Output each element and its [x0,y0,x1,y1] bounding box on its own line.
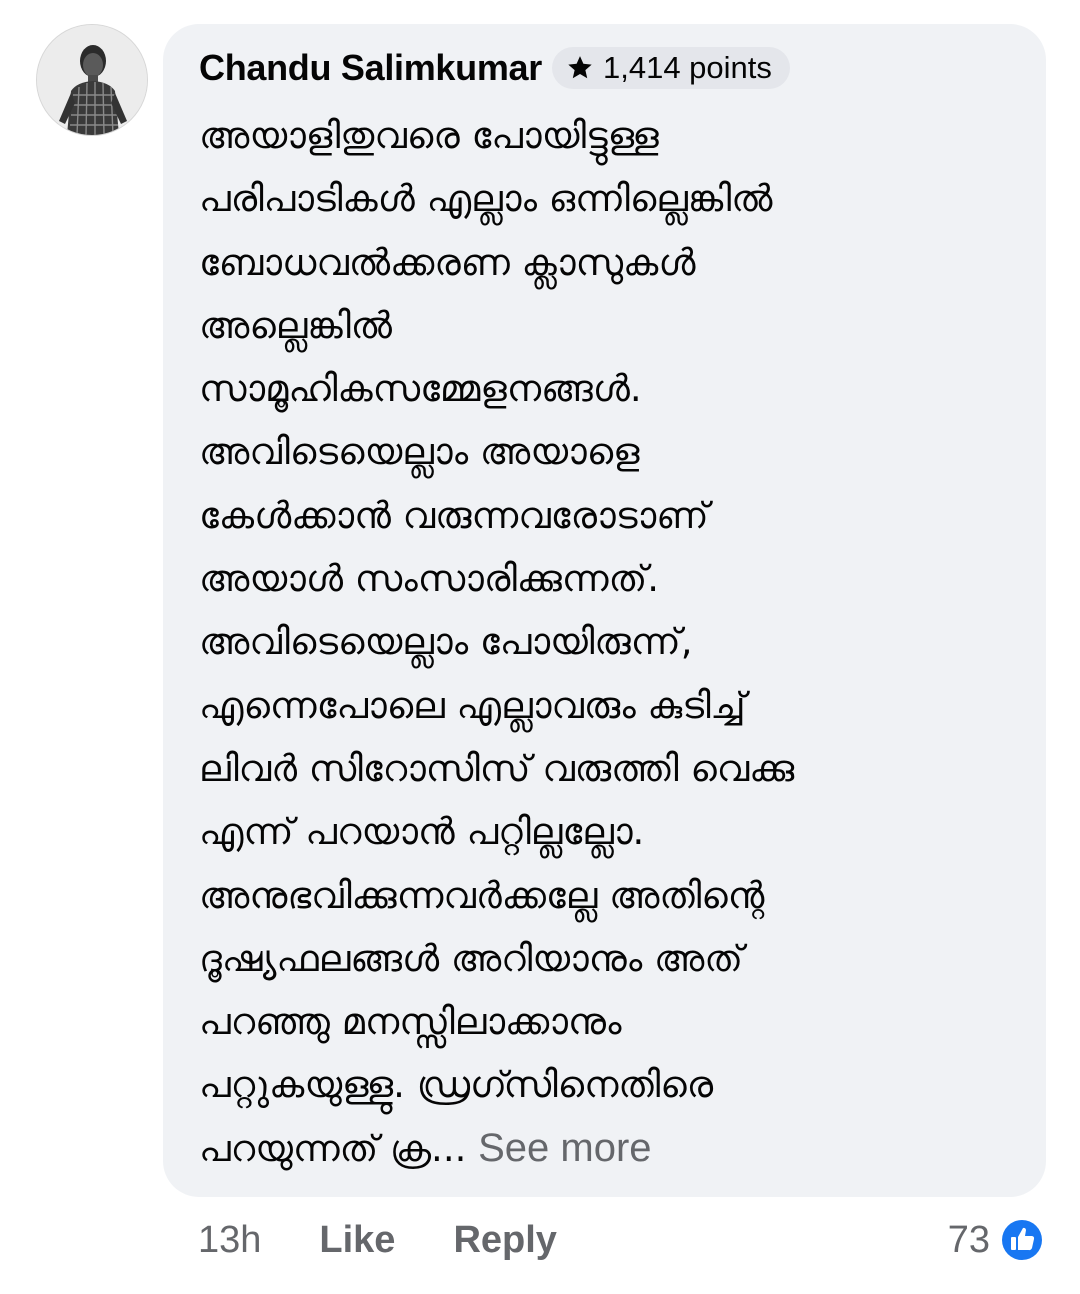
comment-text: അയാളിതുവരെ പോയിട്ടുള്ള പരിപാടികൾ എല്ലാം … [199,104,999,1180]
comment-text-line: അവിടെയെല്ലാം അയാളെ [199,430,640,474]
comment-text-line: അയാൾ സംസാരിക്കുന്നത്. [199,557,659,601]
comment-header: Chandu Salimkumar 1,414 points [199,44,1010,92]
reply-button[interactable]: Reply [453,1219,556,1262]
comment-text-line: അനുഭവിക്കുന്നവർക്കല്ലേ അതിന്റെ [199,873,765,917]
comment-timestamp[interactable]: 13h [198,1219,261,1262]
comment-text-line: സാമൂഹികസമ്മേളനങ്ങൾ. [199,367,642,411]
comment-text-line: കേൾക്കാൻ വരുന്നവരോടാണ് [199,493,709,537]
reaction-count: 73 [947,1218,990,1261]
reactions-summary[interactable]: 73 [948,1212,1046,1268]
comment-bubble: Chandu Salimkumar 1,414 points അയാളിതുവര… [163,24,1046,1197]
see-more-link[interactable]: See more [478,1126,651,1170]
comment-text-line: എന്നെപോലെ എല്ലാവരും കുടിച്ച് [199,683,746,727]
comment-text-line: അല്ലെങ്കിൽ [199,303,392,347]
like-button[interactable]: Like [319,1219,395,1262]
points-label: 1,414 points [602,50,772,85]
avatar[interactable] [36,24,148,136]
like-reaction-icon [1000,1218,1044,1262]
comment-text-line: പരിപാടികൾ എല്ലാം ഒന്നില്ലെങ്കിൽ [199,177,773,221]
comment-text-last-line: പറയുന്നത് ക്ര... See more [199,1117,999,1180]
star-icon [568,56,592,79]
comment-text-line: എന്ന് പറയാൻ പറ്റില്ലല്ലോ. [199,810,645,854]
author-name[interactable]: Chandu Salimkumar [199,47,542,89]
comment-actions: 13h Like Reply [198,1212,557,1268]
comment-text-line: പറ്റുകയുള്ളു. ഡ്രഗ്സിനെതിരെ [199,1063,714,1107]
comment-text-line: പറഞ്ഞു മനസ്സിലാക്കാനും [199,1000,622,1044]
avatar-photo [37,25,147,135]
points-badge[interactable]: 1,414 points [551,47,790,89]
comment-text-line: ദൂഷ്യഫലങ്ങൾ അറിയാനും അത് [199,936,743,980]
comment: Chandu Salimkumar 1,414 points അയാളിതുവര… [0,0,1080,1294]
comment-text-line: ലിവർ സിറോസിസ് വരുത്തി വെക്കു [199,746,795,790]
comment-text-truncated: പറയുന്നത് ക്ര... [199,1126,467,1170]
comment-text-line: അയാളിതുവരെ പോയിട്ടുള്ള [199,114,659,157]
comment-text-line: ബോധവൽക്കരണ ക്ലാസുകൾ [199,240,696,284]
comment-text-line: അവിടെയെല്ലാം പോയിരുന്ന്, [199,620,693,664]
